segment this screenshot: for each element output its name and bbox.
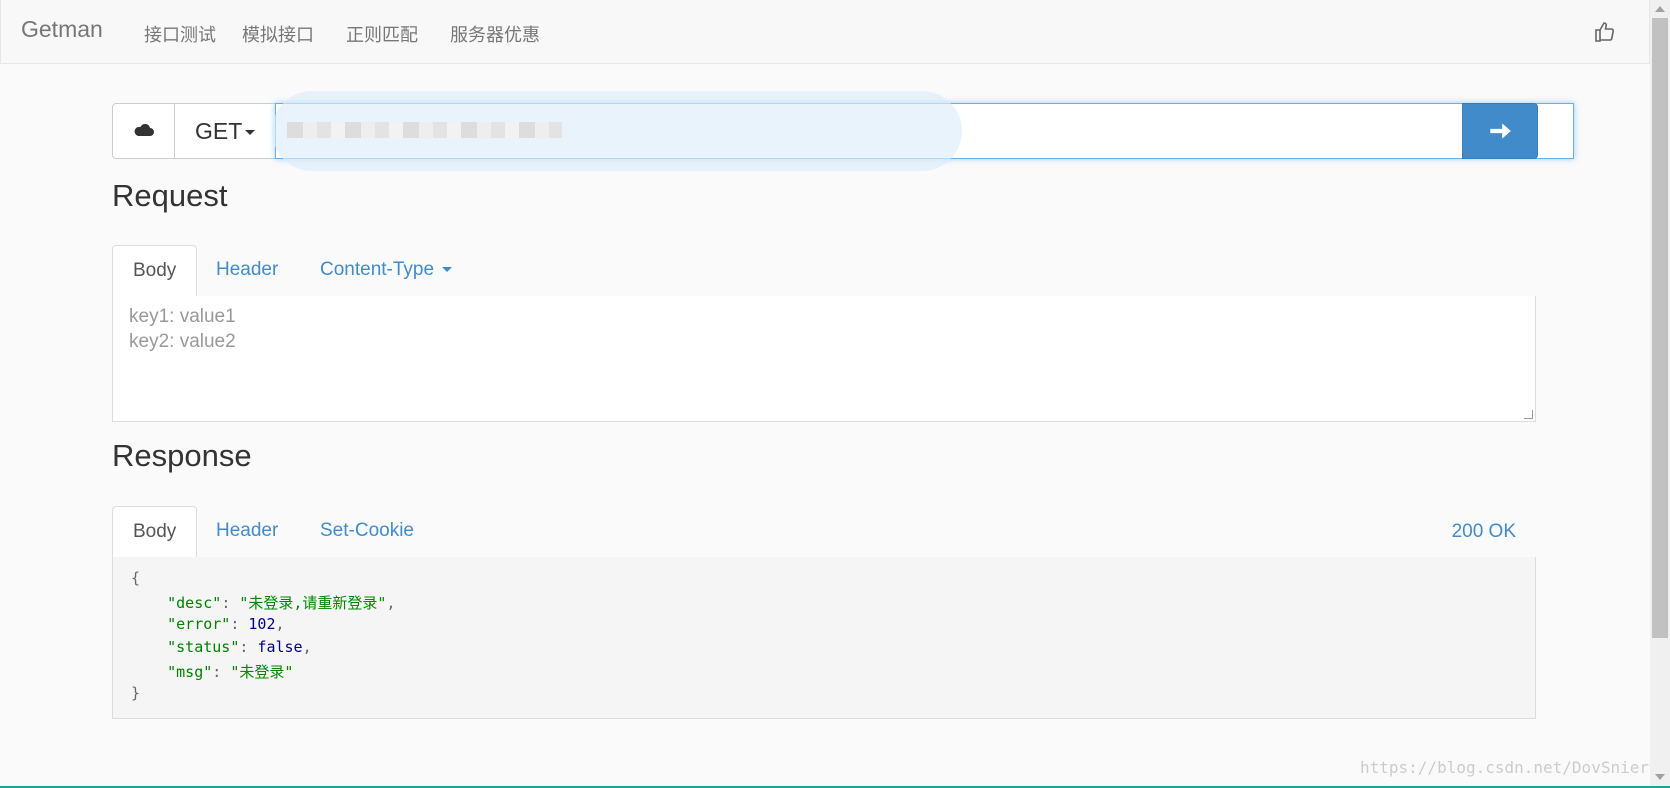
tab-request-header[interactable]: Header bbox=[196, 245, 298, 297]
method-dropdown[interactable]: GET bbox=[174, 103, 276, 159]
nav-link-server-deals[interactable]: 服务器优惠 bbox=[450, 21, 540, 47]
nav-link-mock-api[interactable]: 模拟接口 bbox=[242, 21, 314, 47]
top-navbar: Getman 接口测试 模拟接口 正则匹配 服务器优惠 bbox=[0, 0, 1650, 64]
tab-response-header[interactable]: Header bbox=[196, 506, 298, 558]
send-button[interactable] bbox=[1462, 103, 1538, 159]
json-value: "未登录" bbox=[230, 663, 294, 681]
request-body-textarea[interactable]: key1: value1 key2: value2 bbox=[112, 296, 1536, 422]
url-input[interactable] bbox=[275, 103, 1574, 159]
scroll-up-icon[interactable] bbox=[1655, 6, 1665, 12]
request-title: Request bbox=[112, 178, 228, 213]
content-type-label: Content-Type bbox=[320, 259, 435, 280]
nav-link-regex[interactable]: 正则匹配 bbox=[346, 21, 418, 47]
code-line: "msg": "未登录" bbox=[167, 663, 294, 681]
scrollbar-thumb[interactable] bbox=[1652, 18, 1668, 638]
code-line: } bbox=[131, 684, 140, 702]
method-label: GET bbox=[195, 118, 243, 144]
resize-handle-icon[interactable] bbox=[1524, 410, 1533, 419]
chevron-down-icon bbox=[442, 267, 453, 273]
json-value: "未登录,请重新登录" bbox=[239, 594, 387, 612]
watermark: https://blog.csdn.net/DovSnier bbox=[1360, 758, 1649, 777]
code-line: "status": false, bbox=[167, 638, 312, 656]
code-line: "error": 102, bbox=[167, 615, 285, 633]
scroll-down-icon[interactable] bbox=[1655, 774, 1665, 780]
thumbs-up-icon[interactable] bbox=[1593, 20, 1617, 44]
brand-logo[interactable]: Getman bbox=[21, 16, 103, 43]
json-key: "desc" bbox=[167, 594, 222, 612]
json-key: "status" bbox=[167, 638, 240, 656]
tab-request-content-type[interactable]: Content-Type bbox=[300, 245, 472, 297]
url-bar: GET bbox=[112, 91, 1574, 171]
json-brace-close: } bbox=[131, 684, 141, 702]
json-key: "msg" bbox=[167, 663, 213, 681]
response-title: Response bbox=[112, 438, 252, 473]
chevron-down-icon bbox=[245, 130, 255, 135]
tab-request-body[interactable]: Body bbox=[112, 245, 198, 297]
tab-response-set-cookie[interactable]: Set-Cookie bbox=[300, 506, 434, 558]
json-value: false bbox=[257, 638, 303, 656]
request-tabs: Body Header Content-Type bbox=[112, 245, 1536, 297]
response-tabs: Body Header Set-Cookie 200 OK bbox=[112, 506, 1536, 558]
json-brace-open: { bbox=[131, 569, 141, 587]
cloud-button[interactable] bbox=[112, 103, 175, 159]
placeholder-line: key1: value1 bbox=[129, 306, 236, 327]
nav-link-api-test[interactable]: 接口测试 bbox=[144, 21, 216, 47]
response-body-code: { "desc": "未登录,请重新登录", "error": 102, "st… bbox=[112, 557, 1536, 719]
arrow-right-icon bbox=[1490, 123, 1511, 139]
placeholder-line: key2: value2 bbox=[129, 331, 236, 352]
status-badge: 200 OK bbox=[1451, 521, 1516, 542]
code-line: "desc": "未登录,请重新登录", bbox=[167, 594, 396, 612]
cloud-icon bbox=[134, 123, 154, 136]
tab-response-body[interactable]: Body bbox=[112, 506, 198, 558]
json-key: "error" bbox=[167, 615, 231, 633]
json-value: 102 bbox=[248, 615, 276, 633]
code-line: { bbox=[131, 569, 140, 587]
